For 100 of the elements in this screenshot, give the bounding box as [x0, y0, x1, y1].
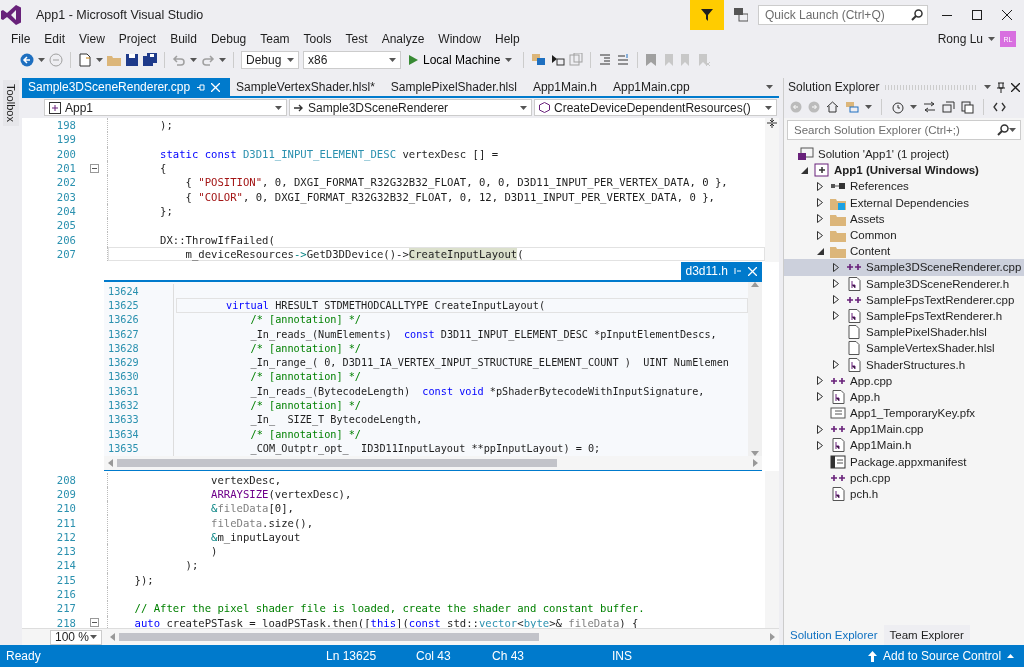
run-button[interactable]: Local Machine	[405, 53, 517, 67]
document-tab[interactable]: App1Main.cpp	[607, 78, 700, 96]
comment-lines-icon[interactable]	[616, 53, 631, 67]
code-icon[interactable]	[993, 102, 1006, 112]
scrollbar[interactable]	[765, 470, 779, 628]
menu-item[interactable]: Project	[111, 32, 164, 46]
menu-item[interactable]: File	[4, 32, 38, 46]
menu-item[interactable]: Team	[253, 32, 297, 46]
copy-icon[interactable]	[961, 100, 974, 114]
document-tab[interactable]: SampleVertexShader.hlsl*	[230, 78, 385, 96]
maximize-icon[interactable]	[972, 10, 982, 20]
tree-item[interactable]: App1Main.h	[784, 437, 1024, 454]
tree-item[interactable]: Assets	[784, 210, 1024, 227]
tree-item[interactable]: App1Main.cpp	[784, 421, 1024, 438]
dropdown-caret-icon[interactable]	[984, 85, 991, 89]
menu-item[interactable]: Debug	[203, 32, 254, 46]
navigation-dropdown[interactable]: CreateDeviceDependentResources()	[534, 99, 777, 116]
indent-icon[interactable]	[598, 53, 613, 67]
tree-item[interactable]: App.cpp	[784, 372, 1024, 389]
tree-item[interactable]: pch.h	[784, 485, 1024, 503]
collapsed-arrow-icon[interactable]	[817, 214, 823, 224]
save-icon[interactable]	[125, 53, 139, 67]
zoom-dropdown[interactable]: 100 %	[50, 629, 102, 645]
navigation-dropdown[interactable]: Sample3DSceneRenderer	[289, 99, 532, 116]
dropdown-caret-icon[interactable]	[766, 85, 773, 89]
dropdown-caret-icon[interactable]	[988, 37, 995, 41]
dropdown-caret-icon[interactable]	[96, 58, 103, 62]
navigation-dropdown[interactable]: App1	[44, 99, 287, 116]
platform-dropdown[interactable]: x86	[303, 51, 401, 69]
collapsed-arrow-icon[interactable]	[817, 181, 823, 191]
tree-item[interactable]: SampleFpsTextRenderer.cpp	[784, 291, 1024, 308]
home-icon[interactable]	[826, 101, 839, 113]
expanded-arrow-icon[interactable]	[800, 166, 808, 174]
document-tab[interactable]: App1Main.h	[526, 78, 607, 96]
new-item-icon[interactable]	[78, 53, 92, 67]
menu-item[interactable]: Test	[338, 32, 375, 46]
horizontal-scrollbar[interactable]	[104, 455, 762, 470]
collapsed-arrow-icon[interactable]	[817, 440, 823, 450]
quick-launch-field[interactable]: Quick Launch (Ctrl+Q)	[758, 5, 928, 25]
close-icon[interactable]	[1002, 10, 1012, 20]
menu-item[interactable]: Build	[163, 32, 204, 46]
menu-item[interactable]: Tools	[296, 32, 339, 46]
tree-item[interactable]: References	[784, 178, 1024, 195]
collapsed-arrow-icon[interactable]	[833, 295, 839, 305]
source-control-button[interactable]: Add to Source Control	[862, 648, 1021, 664]
menu-item[interactable]: View	[72, 32, 112, 46]
collapsed-arrow-icon[interactable]	[833, 360, 839, 370]
menu-item[interactable]: Analyze	[374, 32, 432, 46]
panel-tab[interactable]: Team Explorer	[883, 625, 970, 645]
tree-item[interactable]: Content	[784, 243, 1024, 260]
tree-item[interactable]: ShaderStructures.h	[784, 356, 1024, 373]
tree-item[interactable]: Sample3DSceneRenderer.cpp	[784, 259, 1024, 276]
toolbox-tab[interactable]: Toolbox	[3, 80, 19, 126]
tree-item[interactable]: App.h	[784, 388, 1024, 405]
back-icon[interactable]	[20, 53, 34, 67]
split-icon[interactable]	[767, 118, 777, 128]
menu-item[interactable]: Edit	[37, 32, 73, 46]
collapsed-arrow-icon[interactable]	[817, 424, 823, 434]
tree-item[interactable]: SampleFpsTextRenderer.h	[784, 307, 1024, 325]
dropdown-caret-icon[interactable]	[190, 58, 197, 62]
collapsed-arrow-icon[interactable]	[817, 376, 823, 386]
expanded-arrow-icon[interactable]	[816, 247, 824, 255]
menu-item[interactable]: Window	[431, 32, 488, 46]
pending-changes-icon[interactable]	[891, 100, 904, 114]
dropdown-caret-icon[interactable]	[910, 105, 917, 109]
scrollbar[interactable]	[765, 118, 779, 262]
collapsed-arrow-icon[interactable]	[817, 198, 823, 208]
tree-item[interactable]: Common	[784, 226, 1024, 244]
tree-item[interactable]: SamplePixelShader.hlsl	[784, 324, 1024, 341]
tree-item[interactable]: External Dependencies	[784, 194, 1024, 211]
collapse-all-icon[interactable]	[942, 101, 955, 113]
tree-item[interactable]: SampleVertexShader.hlsl	[784, 340, 1024, 357]
collapsed-arrow-icon[interactable]	[833, 311, 839, 321]
dropdown-caret-icon[interactable]	[865, 105, 872, 109]
search-field[interactable]: Search Solution Explorer (Ctrl+;)	[787, 120, 1021, 140]
configuration-dropdown[interactable]: Debug	[241, 51, 299, 69]
collapsed-arrow-icon[interactable]	[817, 230, 823, 240]
pin-icon[interactable]	[997, 81, 1005, 93]
document-tab[interactable]: Sample3DSceneRenderer.cpp	[22, 78, 231, 96]
visual-studio-logo[interactable]	[0, 4, 22, 26]
feedback-icon[interactable]	[734, 8, 748, 22]
menu-item[interactable]: Help	[488, 32, 527, 46]
tree-item[interactable]: App1_TemporaryKey.pfx	[784, 405, 1024, 422]
dropdown-caret-icon[interactable]	[219, 58, 226, 62]
close-icon[interactable]	[1011, 82, 1020, 92]
collapsed-arrow-icon[interactable]	[833, 279, 839, 289]
tree-item[interactable]: Solution 'App1' (1 project)	[784, 146, 1024, 163]
collapsed-arrow-icon[interactable]	[817, 392, 823, 402]
tree-item[interactable]: Package.appxmanifest	[784, 453, 1024, 470]
pin-icon[interactable]	[196, 82, 206, 92]
document-tab[interactable]: SamplePixelShader.hlsl	[384, 78, 527, 96]
notifications-button[interactable]	[690, 0, 724, 30]
tree-item[interactable]: pch.cpp	[784, 469, 1024, 486]
save-all-icon[interactable]	[143, 53, 157, 67]
tree-item[interactable]: App1 (Universal Windows)	[784, 162, 1024, 179]
dropdown-caret-icon[interactable]	[38, 58, 45, 62]
collapse-icon[interactable]	[90, 163, 99, 173]
collapse-icon[interactable]	[90, 618, 99, 628]
swap-arrows-icon[interactable]	[923, 101, 936, 113]
collapsed-arrow-icon[interactable]	[833, 262, 839, 272]
